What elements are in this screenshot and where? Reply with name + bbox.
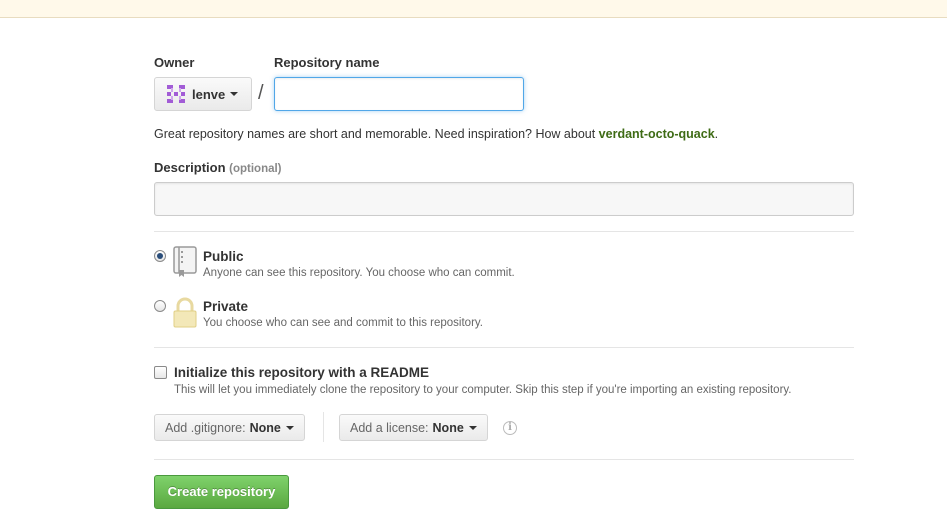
readme-desc: This will let you immediately clone the … bbox=[174, 384, 792, 396]
divider bbox=[154, 347, 854, 348]
optional-tag: (optional) bbox=[229, 163, 282, 175]
description-label-text: Description bbox=[154, 160, 226, 175]
license-dropdown[interactable]: Add a license: None bbox=[339, 414, 488, 441]
private-title: Private bbox=[203, 299, 249, 314]
vertical-divider bbox=[323, 412, 324, 442]
owner-name: lenve bbox=[192, 86, 226, 102]
owner-dropdown-button[interactable]: lenve bbox=[154, 77, 252, 111]
owner-label: Owner bbox=[154, 55, 195, 70]
hint-text: Great repository names are short and mem… bbox=[154, 127, 599, 141]
divider bbox=[154, 459, 854, 460]
repo-name-label: Repository name bbox=[274, 55, 380, 70]
lock-icon bbox=[172, 297, 198, 332]
owner-repo-separator: / bbox=[258, 82, 264, 104]
repo-name-input[interactable] bbox=[274, 77, 524, 111]
private-radio[interactable] bbox=[154, 300, 166, 312]
license-label: Add a license: bbox=[350, 420, 429, 435]
repo-name-suggestion[interactable]: verdant-octo-quack bbox=[599, 127, 715, 141]
description-input[interactable] bbox=[154, 182, 854, 216]
repo-name-hint: Great repository names are short and mem… bbox=[154, 127, 718, 141]
description-label: Description (optional) bbox=[154, 160, 282, 175]
public-title: Public bbox=[203, 249, 244, 264]
chevron-down-icon bbox=[468, 425, 477, 430]
license-value: None bbox=[432, 420, 464, 435]
top-banner bbox=[0, 0, 947, 18]
readme-title: Initialize this repository with a README bbox=[174, 365, 430, 380]
create-repository-button[interactable]: Create repository bbox=[154, 475, 289, 509]
divider bbox=[154, 231, 854, 232]
owner-avatar-icon bbox=[167, 85, 185, 103]
gitignore-label: Add .gitignore: bbox=[165, 420, 246, 435]
readme-checkbox[interactable] bbox=[154, 366, 167, 379]
private-desc: You choose who can see and commit to thi… bbox=[203, 317, 483, 329]
chevron-down-icon bbox=[285, 425, 294, 430]
public-desc: Anyone can see this repository. You choo… bbox=[203, 267, 515, 279]
gitignore-value: None bbox=[249, 420, 281, 435]
repo-book-icon bbox=[172, 246, 198, 281]
hint-end: . bbox=[714, 127, 719, 141]
gitignore-dropdown[interactable]: Add .gitignore: None bbox=[154, 414, 305, 441]
public-radio[interactable] bbox=[154, 250, 166, 262]
chevron-down-icon bbox=[230, 92, 239, 96]
info-icon[interactable]: i bbox=[503, 421, 517, 435]
